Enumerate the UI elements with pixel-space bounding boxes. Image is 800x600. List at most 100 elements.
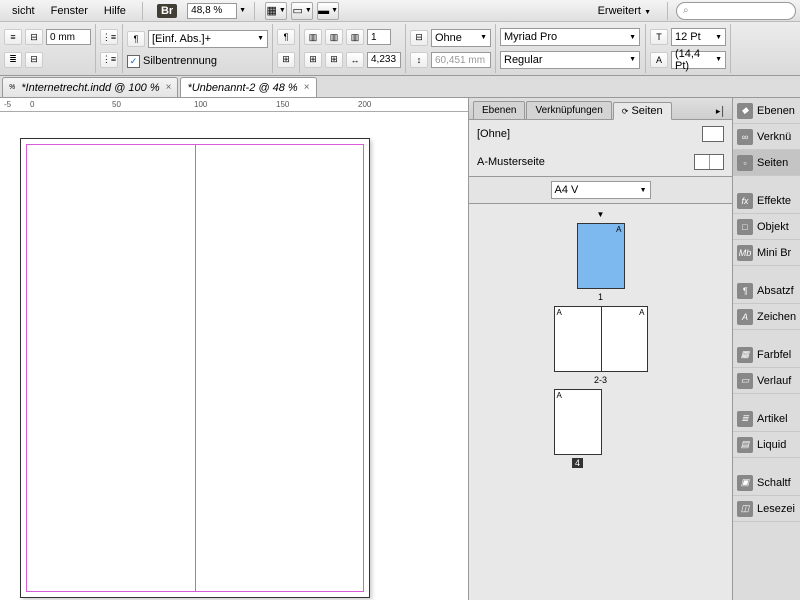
dock-mini br[interactable]: MbMini Br [733,240,800,266]
tab-verknuepfungen[interactable]: Verknüpfungen [526,101,611,119]
dock-icon: ▭ [737,373,753,389]
textwrap-select[interactable]: Ohne▼ [431,29,491,47]
gutter-w-field[interactable]: 4,233 [367,52,401,68]
canvas[interactable]: -5 0 50 100 150 200 [0,98,468,600]
dock-liquid[interactable]: ▤ Liquid [733,432,800,458]
dock-label: Ebenen [757,105,795,117]
dock-icon: ∞ [737,129,753,145]
dock-label: Farbfel [757,349,791,361]
master-none[interactable]: [Ohne] [469,120,732,148]
masters-list: [Ohne] A-Musterseite [469,120,732,177]
workspace-switcher[interactable]: Erweitert ▼ [590,3,659,19]
columns-field[interactable]: 1 [367,29,391,45]
offset-field[interactable]: 0 mm [46,29,91,45]
align-left-icon[interactable]: ≡ [4,29,22,45]
dock-absatzf[interactable]: ¶Absatzf [733,278,800,304]
dock-label: Effekte [757,195,791,207]
page-thumb-4[interactable]: A [554,389,602,455]
fontsize-select[interactable]: 12 Pt▼ [671,28,726,46]
font-weight-select[interactable]: Regular▼ [500,51,640,69]
page-spread[interactable] [20,138,370,598]
dock-label: Verknü [757,131,791,143]
dock-label: Schaltf [757,477,791,489]
list-icon-2[interactable]: ⋮≡ [100,52,118,68]
master-thumb-none [702,126,724,142]
fontsize-icon: T [650,29,668,45]
dock-seiten[interactable]: ▫Seiten [733,150,800,176]
misc-icon-1[interactable]: ¶ [277,29,295,45]
gutter-icon-a[interactable]: ⊞ [304,52,322,68]
list-icon[interactable]: ⋮≡ [100,29,118,45]
leading-select[interactable]: (14,4 Pt)▼ [671,51,726,69]
pstyle-icon: ¶ [127,31,145,47]
textwrap-icon: ⊟ [410,30,428,46]
horizontal-ruler[interactable]: -5 0 50 100 150 200 [0,98,468,112]
dock-icon: ≣ [737,411,753,427]
gutter-w-icon: ↔ [346,52,364,68]
zoom-field[interactable]: 48,8 %▼ [187,3,246,19]
dock-artikel[interactable]: ≣ Artikel [733,406,800,432]
master-a[interactable]: A-Musterseite [469,148,732,176]
dock-verknü[interactable]: ∞ Verknü [733,124,800,150]
search-input[interactable]: ⌕ [676,2,796,20]
search-icon: ⌕ [683,5,689,16]
dock-lesezei[interactable]: ◫Lesezei [733,496,800,522]
collapse-panel-button[interactable]: ▸│ [710,104,732,119]
arrange-button[interactable]: ▬▼ [317,2,339,20]
dock-icon: ▤ [737,437,753,453]
page-thumb-2-3[interactable]: A A [554,306,648,372]
tab-seiten[interactable]: ⟳Seiten [613,102,672,120]
hyphenation-checkbox[interactable]: ✓ [127,55,140,68]
tab-ebenen[interactable]: Ebenen [473,101,525,119]
page-thumb-1[interactable]: A [577,223,625,289]
menu-sicht[interactable]: sicht [4,3,43,19]
menu-fenster[interactable]: Fenster [43,3,96,19]
dock-label: Liquid [757,439,786,451]
dock-icon: ¶ [737,283,753,299]
dock-effekte[interactable]: fx Effekte [733,188,800,214]
dock-label: Zeichen [757,311,796,323]
height-field[interactable]: 60,451 mm [431,52,491,68]
dock-label: Verlauf [757,375,791,387]
cols-count-icon: ▥ [346,29,364,45]
dock-objekt[interactable]: □Objekt [733,214,800,240]
page-size-select[interactable]: A4 V▼ [551,181,651,199]
menu-hilfe[interactable]: Hilfe [96,3,134,19]
page-number-1: 1 [598,292,603,302]
panel-area: Ebenen Verknüpfungen ⟳Seiten ▸│ [Ohne] A… [468,98,800,600]
dock-label: Artikel [757,413,788,425]
close-icon[interactable]: × [304,82,310,93]
dock-label: Mini Br [757,247,791,259]
dock-icon: ◆ [737,103,753,119]
control-bar: ≡⊟0 mm ≣⊟ ⋮≡ ⋮≡ ¶[Einf. Abs.]+▼ ✓Silbent… [0,22,800,76]
cols-icon-b[interactable]: ▥ [325,29,343,45]
inset-icon-2[interactable]: ⊟ [25,52,43,68]
dock-farbfel[interactable]: ▦Farbfel [733,342,800,368]
panel-tabs: Ebenen Verknüpfungen ⟳Seiten ▸│ [469,98,732,120]
dock-icon: fx [737,193,753,209]
cols-icon-a[interactable]: ▥ [304,29,322,45]
dock-zeichen[interactable]: AZeichen [733,304,800,330]
font-select[interactable]: Myriad Pro▼ [500,28,640,46]
height-icon: ↕ [410,52,428,68]
dock-verlauf[interactable]: ▭ Verlauf [733,368,800,394]
bridge-button[interactable]: Br [157,4,177,18]
document-tab-2[interactable]: *Unbenannt-2 @ 48 %× [180,77,316,97]
panel-dock: ◆ Ebenen ∞ Verknü ▫Seiten fx Effekte □ObjektMbM… [732,98,800,600]
leading-icon: A [650,52,668,68]
close-icon[interactable]: × [166,82,172,93]
document-tab-1[interactable]: % *Internetrecht.indd @ 100 %× [2,77,178,97]
paragraph-style-select[interactable]: [Einf. Abs.]+▼ [148,30,268,48]
inset-icon[interactable]: ⊟ [25,29,43,45]
misc-icon-2[interactable]: ⊞ [277,52,295,68]
menubar: sicht Fenster Hilfe Br 48,8 %▼ ▦▼ ▭▼ ▬▼ … [0,0,800,22]
screen-mode-button[interactable]: ▭▼ [291,2,313,20]
page-number-2-3: 2-3 [594,375,607,385]
pages-list[interactable]: ▼ A 1 A A 2-3 A 4 [469,204,732,600]
dock-ebenen[interactable]: ◆ Ebenen [733,98,800,124]
align-icon-2[interactable]: ≣ [4,52,22,68]
view-options-button[interactable]: ▦▼ [265,2,287,20]
gutter-icon-b[interactable]: ⊞ [325,52,343,68]
dock-icon: ▫ [737,155,753,171]
dock-schaltf[interactable]: ▣Schaltf [733,470,800,496]
